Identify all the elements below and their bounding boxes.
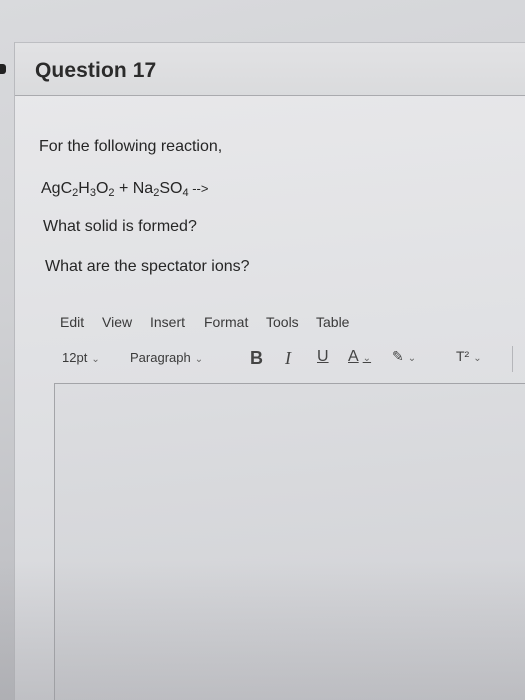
chevron-down-icon: ⌄ xyxy=(473,353,482,364)
chevron-down-icon: ⌄ xyxy=(362,353,372,364)
superscript-button[interactable]: T² ⌄ xyxy=(456,348,482,364)
question-marker xyxy=(0,64,6,74)
chevron-down-icon: ⌄ xyxy=(194,354,204,365)
font-size-select[interactable]: 12pt ⌄ xyxy=(62,350,100,365)
question-header: Question 17 xyxy=(15,42,525,96)
question-spectator-ions: What are the spectator ions? xyxy=(45,258,250,275)
italic-button[interactable]: I xyxy=(285,348,291,369)
menu-table[interactable]: Table xyxy=(316,314,349,330)
chevron-down-icon: ⌄ xyxy=(407,353,417,364)
text-color-button[interactable]: A ⌄ xyxy=(348,348,371,366)
highlighter-icon: ✎ xyxy=(392,348,404,364)
reaction-equation: AgC2H3O2 + Na2SO4 --> xyxy=(41,180,209,199)
highlight-button[interactable]: ✎ ⌄ xyxy=(392,348,416,365)
toolbar-divider xyxy=(512,346,513,372)
menu-edit[interactable]: Edit xyxy=(60,314,84,330)
block-format-select[interactable]: Paragraph ⌄ xyxy=(130,350,203,365)
menu-insert[interactable]: Insert xyxy=(150,314,185,330)
question-prompt: For the following reaction, xyxy=(39,138,223,155)
menu-view[interactable]: View xyxy=(102,314,132,330)
question-title: Question 17 xyxy=(35,59,157,82)
bold-button[interactable]: B xyxy=(250,348,263,369)
answer-editor-body[interactable] xyxy=(54,383,525,700)
menu-format[interactable]: Format xyxy=(204,314,248,330)
chevron-down-icon: ⌄ xyxy=(91,354,100,365)
menu-tools[interactable]: Tools xyxy=(266,314,299,330)
question-solid: What solid is formed? xyxy=(43,218,197,235)
underline-button[interactable]: U xyxy=(317,348,329,366)
